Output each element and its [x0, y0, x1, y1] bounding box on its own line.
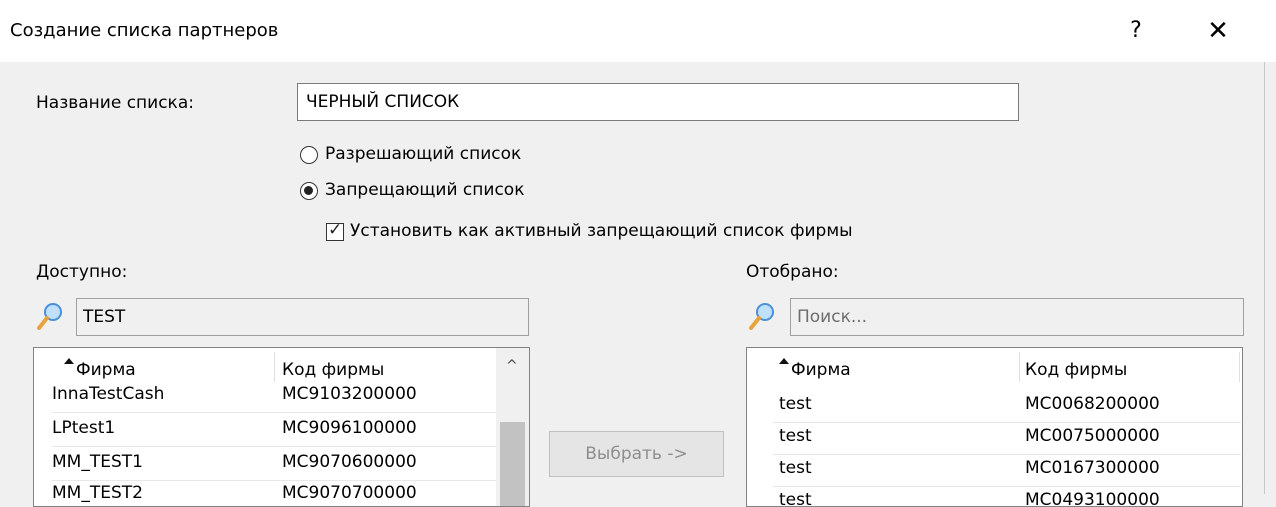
- selected-label: Отобрано:: [746, 262, 839, 282]
- deny-list-label[interactable]: Запрещающий список: [325, 180, 524, 200]
- selected-search-input[interactable]: Поиск...: [790, 298, 1244, 336]
- column-header-code[interactable]: Код фирмы: [1025, 360, 1127, 380]
- available-label: Доступно:: [36, 262, 128, 282]
- title-bar: Создание списка партнеров ? ✕: [0, 0, 1276, 62]
- cell-firm: LPtest1: [52, 418, 116, 438]
- cell-code: MC0075000000: [1025, 426, 1160, 446]
- available-search-input[interactable]: TEST: [76, 298, 529, 336]
- scroll-up-icon[interactable]: ^: [506, 358, 518, 374]
- cell-firm: test: [779, 458, 812, 478]
- scroll-thumb[interactable]: [500, 422, 525, 506]
- cell-firm: MM_TEST1: [52, 452, 143, 472]
- window-title: Создание списка партнеров: [10, 20, 279, 41]
- sort-asc-icon: [779, 358, 789, 364]
- sort-asc-icon: [64, 358, 74, 364]
- cell-firm: InnaTestCash: [52, 384, 165, 404]
- active-deny-label[interactable]: Установить как активный запрещающий спис…: [350, 221, 853, 241]
- allow-list-radio[interactable]: [300, 146, 318, 164]
- row-divider: [52, 480, 496, 481]
- vertical-scrollbar[interactable]: ^: [496, 348, 529, 506]
- cell-code: MC0068200000: [1025, 394, 1160, 414]
- cell-firm: test: [779, 490, 812, 507]
- cell-firm: MM_TEST2: [52, 483, 143, 503]
- cell-code: MC0167300000: [1025, 458, 1160, 478]
- search-icon: [749, 303, 774, 330]
- cell-firm: test: [779, 394, 812, 414]
- selected-grid[interactable]: Фирма Код фирмы test MC0068200000 test M…: [746, 347, 1243, 507]
- check-icon: ✓: [328, 220, 343, 240]
- cell-code: MC0493100000: [1025, 490, 1160, 507]
- help-button[interactable]: ?: [1114, 12, 1158, 50]
- cell-code: MC9096100000: [282, 418, 417, 438]
- row-divider: [52, 446, 496, 447]
- list-name-input[interactable]: ЧЕРНЫЙ СПИСОК: [297, 83, 1019, 121]
- row-divider: [773, 454, 1241, 455]
- column-divider: [1239, 352, 1240, 382]
- row-divider: [52, 412, 496, 413]
- row-divider: [773, 486, 1241, 487]
- column-header-firm[interactable]: Фирма: [76, 360, 136, 380]
- cell-code: MC9103200000: [282, 384, 417, 404]
- radio-selected-dot: [304, 186, 313, 195]
- row-divider: [773, 422, 1241, 423]
- cell-code: MC9070600000: [282, 452, 417, 472]
- close-button[interactable]: ✕: [1196, 12, 1240, 50]
- search-icon: [37, 303, 62, 330]
- active-deny-checkbox[interactable]: ✓: [326, 220, 344, 241]
- column-divider: [274, 352, 275, 382]
- deny-list-radio[interactable]: [300, 182, 318, 200]
- column-header-code[interactable]: Код фирмы: [282, 360, 384, 380]
- window-edge: [1264, 62, 1265, 494]
- cell-firm: test: [779, 426, 812, 446]
- available-grid[interactable]: Фирма Код фирмы InnaTestCash MC910320000…: [33, 347, 530, 507]
- column-divider: [1019, 352, 1020, 382]
- select-button[interactable]: Выбрать ->: [549, 431, 724, 477]
- list-name-label: Название списка:: [36, 93, 194, 113]
- column-header-firm[interactable]: Фирма: [791, 360, 851, 380]
- cell-code: MC9070700000: [282, 483, 417, 503]
- allow-list-label[interactable]: Разрешающий список: [325, 144, 521, 164]
